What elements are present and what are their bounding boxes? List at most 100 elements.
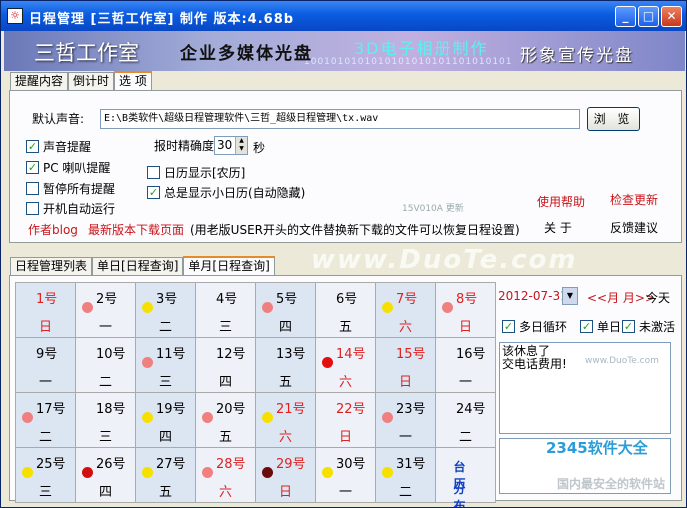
calendar-day-cell[interactable]: 25号三 bbox=[16, 448, 76, 503]
watermark-site: 2345软件大全 bbox=[546, 439, 648, 457]
weekday-label: 四 bbox=[278, 320, 292, 335]
filter-label: 多日循环 bbox=[519, 320, 568, 334]
event-dot-icon bbox=[262, 302, 273, 313]
maximize-button[interactable]: □ bbox=[638, 6, 659, 27]
day-number: 9号 bbox=[36, 347, 58, 362]
checkbox[interactable]: ✓ bbox=[26, 140, 39, 153]
calendar-distribution-button[interactable]: 台 历分 布 bbox=[436, 448, 496, 507]
download-link[interactable]: 最新版本下载页面 bbox=[88, 221, 184, 238]
calendar-day-cell[interactable]: 8号日 bbox=[436, 283, 496, 338]
event-dot-icon bbox=[262, 467, 273, 478]
event-dot-icon bbox=[322, 467, 333, 478]
calendar-day-cell[interactable]: 19号四 bbox=[136, 393, 196, 448]
check-sound-remind[interactable]: ✓ 声音提醒 bbox=[26, 138, 91, 155]
checkbox[interactable]: ✓ bbox=[502, 320, 515, 333]
weekday-label: 三 bbox=[158, 375, 172, 390]
browse-button[interactable]: 浏 览 bbox=[587, 107, 640, 131]
check-mini-calendar[interactable]: ✓ 总是显示小日历(自动隐藏) bbox=[147, 184, 305, 201]
calendar-day-cell[interactable]: 18号三 bbox=[76, 393, 136, 448]
calendar-day-cell[interactable]: 9号一 bbox=[16, 338, 76, 393]
calendar-day-cell[interactable]: 15号日 bbox=[376, 338, 436, 393]
calendar-day-cell[interactable]: 31号二 bbox=[376, 448, 436, 503]
calendar-day-cell[interactable]: 4号三 bbox=[196, 283, 256, 338]
tab-options[interactable]: 选 项 bbox=[114, 71, 152, 90]
day-number: 17号 bbox=[36, 402, 66, 417]
event-dot-icon bbox=[82, 302, 93, 313]
day-number: 18号 bbox=[96, 402, 126, 417]
calendar-day-cell[interactable]: 11号三 bbox=[136, 338, 196, 393]
calendar-day-cell[interactable]: 3号二 bbox=[136, 283, 196, 338]
calendar-day-cell[interactable]: 27号五 bbox=[136, 448, 196, 503]
day-number: 31号 bbox=[396, 457, 426, 472]
calendar-day-cell[interactable]: 23号一 bbox=[376, 393, 436, 448]
weekday-label: 一 bbox=[38, 375, 52, 390]
calendar-day-cell[interactable]: 28号六 bbox=[196, 448, 256, 503]
checkbox[interactable]: ✓ bbox=[147, 186, 160, 199]
check-pc-speaker[interactable]: ✓ PC 喇叭提醒 bbox=[26, 159, 110, 176]
check-label: 日历显示[农历] bbox=[164, 166, 246, 180]
calendar-day-cell[interactable]: 22号日 bbox=[316, 393, 376, 448]
tab-schedule-list[interactable]: 日程管理列表 bbox=[10, 257, 93, 275]
calendar-day-cell[interactable]: 30号一 bbox=[316, 448, 376, 503]
watermark-tagline: 国内最安全的软件站 bbox=[557, 477, 666, 491]
filter-multiday[interactable]: ✓ 多日循环 bbox=[502, 318, 567, 335]
month-nav[interactable]: <<月 月>> bbox=[587, 289, 655, 306]
calendar-day-cell[interactable]: 1号日 bbox=[16, 283, 76, 338]
filter-inactive[interactable]: ✓ 未激活 bbox=[622, 318, 675, 335]
tab-single-month[interactable]: 单月[日程查询] bbox=[183, 256, 275, 275]
calendar-day-cell[interactable]: 17号二 bbox=[16, 393, 76, 448]
author-blog-link[interactable]: 作者blog bbox=[28, 221, 78, 238]
event-dot-icon bbox=[142, 302, 153, 313]
calendar-day-cell[interactable]: 26号四 bbox=[76, 448, 136, 503]
calendar-day-cell[interactable]: 5号四 bbox=[256, 283, 316, 338]
day-number: 26号 bbox=[96, 457, 126, 472]
help-link[interactable]: 使用帮助 bbox=[537, 193, 585, 210]
precision-spinner[interactable]: 30 ▲ ▼ bbox=[214, 136, 248, 155]
calendar-day-cell[interactable]: 14号六 bbox=[316, 338, 376, 393]
checkbox[interactable]: ✓ bbox=[26, 161, 39, 174]
calendar-day-cell[interactable]: 20号五 bbox=[196, 393, 256, 448]
calendar-day-cell[interactable]: 12号四 bbox=[196, 338, 256, 393]
selected-date[interactable]: 2012-07-31 bbox=[498, 289, 568, 303]
calendar-day-cell[interactable]: 21号六 bbox=[256, 393, 316, 448]
calendar-day-cell[interactable]: 7号六 bbox=[376, 283, 436, 338]
download-note: (用老版USER开头的文件替换新下载的文件可以恢复日程设置) bbox=[190, 223, 520, 237]
checkbox[interactable] bbox=[147, 166, 160, 179]
close-button[interactable]: ✕ bbox=[661, 6, 682, 27]
calendar-icon[interactable]: ☼ bbox=[7, 8, 23, 24]
day-number: 5号 bbox=[276, 292, 298, 307]
tab-countdown[interactable]: 倒计时 bbox=[68, 72, 115, 90]
checkbox[interactable] bbox=[26, 202, 39, 215]
day-number: 30号 bbox=[336, 457, 366, 472]
calendar-day-cell[interactable]: 24号二 bbox=[436, 393, 496, 448]
title-bar[interactable]: ☼ 日程管理 [三哲工作室] 制作 版本:4.68b _ □ ✕ bbox=[1, 1, 686, 31]
weekday-label: 三 bbox=[38, 485, 52, 500]
check-update-link[interactable]: 检查更新 bbox=[610, 191, 658, 208]
calendar-day-cell[interactable]: 2号一 bbox=[76, 283, 136, 338]
day-number: 15号 bbox=[396, 347, 426, 362]
date-dropdown-icon[interactable]: ▼ bbox=[562, 287, 578, 305]
event-dot-icon bbox=[142, 467, 153, 478]
calendar-day-cell[interactable]: 6号五 bbox=[316, 283, 376, 338]
about-link[interactable]: 关 于 bbox=[544, 219, 572, 236]
check-autostart[interactable]: 开机自动运行 bbox=[26, 200, 115, 217]
sound-path-field[interactable]: E:\B类软件\超级日程管理软件\三哲_超级日程管理\tx.wav bbox=[100, 109, 580, 129]
filter-single[interactable]: ✓ 单日 bbox=[580, 318, 621, 335]
calendar-day-cell[interactable]: 29号日 bbox=[256, 448, 316, 503]
feedback-link[interactable]: 反馈建议 bbox=[610, 219, 658, 236]
minimize-button[interactable]: _ bbox=[615, 6, 636, 27]
check-pause-all[interactable]: 暂停所有提醒 bbox=[26, 180, 115, 197]
precision-label: 报时精确度: bbox=[154, 139, 219, 153]
tab-reminder-content[interactable]: 提醒内容 bbox=[10, 72, 69, 90]
spin-arrows-icon[interactable]: ▲ ▼ bbox=[235, 137, 247, 154]
checkbox[interactable]: ✓ bbox=[622, 320, 635, 333]
calendar-day-cell[interactable]: 16号一 bbox=[436, 338, 496, 393]
tab-single-day[interactable]: 单日[日程查询] bbox=[92, 257, 184, 275]
check-lunar[interactable]: 日历显示[农历] bbox=[147, 164, 245, 181]
calendar-day-cell[interactable]: 10号二 bbox=[76, 338, 136, 393]
checkbox[interactable] bbox=[26, 182, 39, 195]
calendar-day-cell[interactable]: 13号五 bbox=[256, 338, 316, 393]
day-number: 20号 bbox=[216, 402, 246, 417]
checkbox[interactable]: ✓ bbox=[580, 320, 593, 333]
today-button[interactable]: 今天 bbox=[646, 289, 670, 306]
